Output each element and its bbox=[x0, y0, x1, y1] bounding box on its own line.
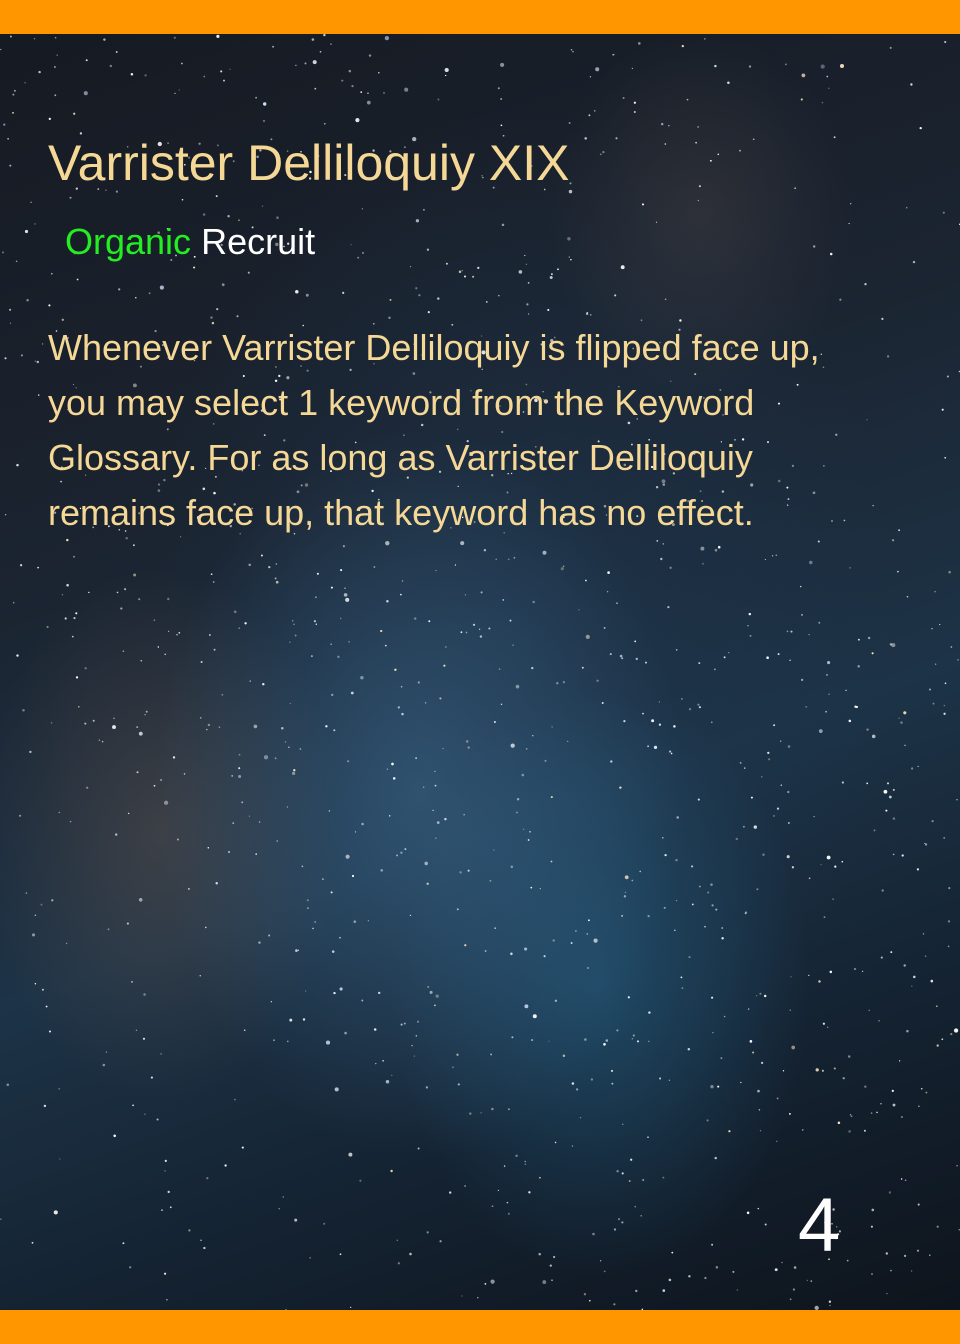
ability-text: Whenever Varrister Delliloquiy is flippe… bbox=[48, 320, 928, 540]
ability-line: you may select 1 keyword from the Keywor… bbox=[48, 382, 755, 423]
card-type-line: Organic Recruit bbox=[65, 224, 315, 260]
card-title: Varrister Delliloquiy XIX bbox=[48, 135, 570, 191]
ability-line: remains face up, that keyword has no eff… bbox=[48, 492, 754, 533]
ability-line: Whenever Varrister Delliloquiy is flippe… bbox=[48, 327, 820, 368]
card-cost: 4 bbox=[798, 1183, 841, 1268]
card-border-bottom bbox=[0, 1310, 960, 1344]
type-class: Recruit bbox=[201, 221, 316, 262]
game-card: Varrister Delliloquiy XIX Organic Recrui… bbox=[0, 0, 960, 1344]
type-keyword: Organic bbox=[65, 221, 192, 262]
card-border-top bbox=[0, 0, 960, 34]
card-content: Varrister Delliloquiy XIX Organic Recrui… bbox=[0, 34, 960, 1310]
ability-line: Glossary. For as long as Varrister Delli… bbox=[48, 437, 753, 478]
